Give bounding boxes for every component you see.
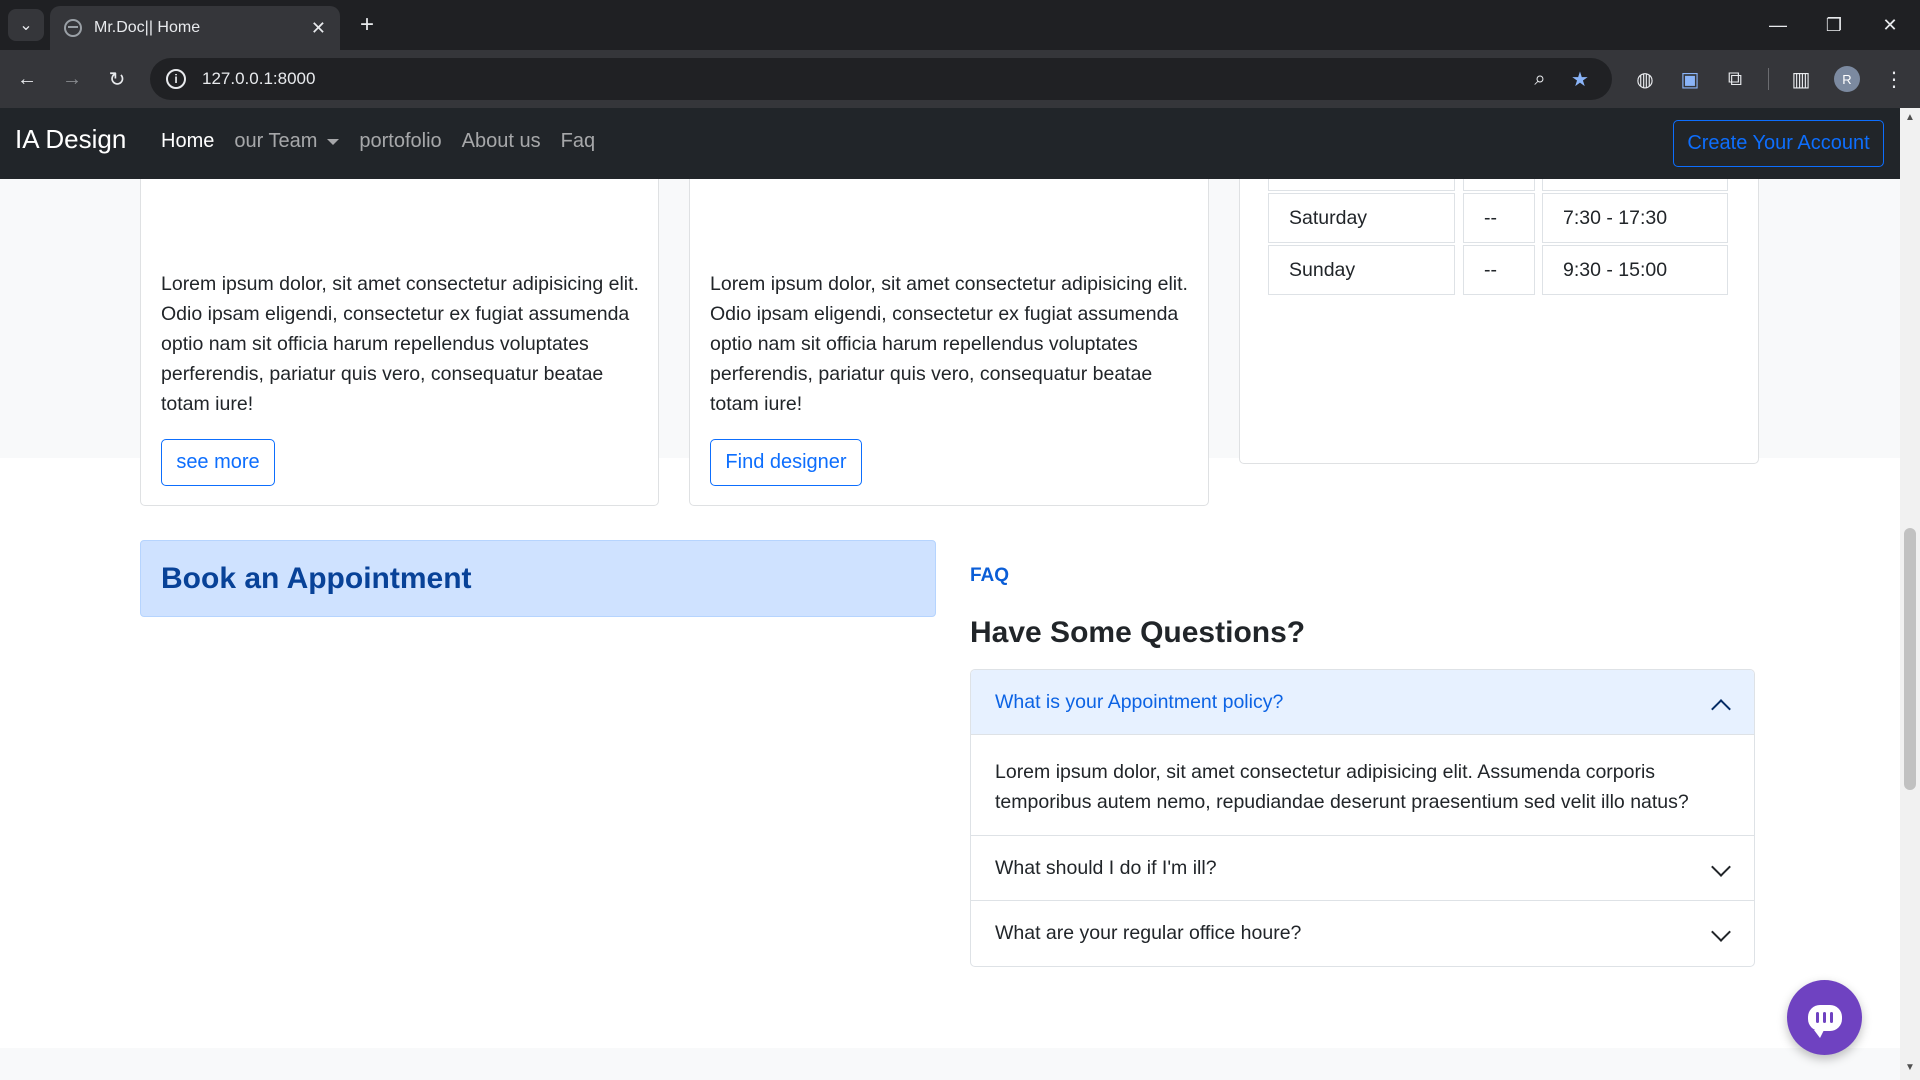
hours-time: 7:30 - 17:30 xyxy=(1542,193,1728,243)
book-appointment-heading: Book an Appointment xyxy=(140,540,936,617)
scroll-down-icon[interactable]: ▼ xyxy=(1905,1062,1915,1073)
zoom-icon[interactable]: ⌕ xyxy=(1522,58,1558,100)
bookmark-star-icon[interactable]: ★ xyxy=(1562,58,1598,100)
faq-title: Have Some Questions? xyxy=(970,616,1306,649)
create-account-button[interactable]: Create Your Account xyxy=(1673,120,1884,167)
minimize-button[interactable]: — xyxy=(1750,0,1806,50)
faq-question-1[interactable]: What is your Appointment policy? xyxy=(971,670,1754,735)
browser-tab-bar: ⌄ Mr.Doc|| Home ✕ + — ❐ ✕ xyxy=(0,0,1920,50)
restore-button[interactable]: ❐ xyxy=(1806,0,1862,50)
hours-separator: -- xyxy=(1463,245,1535,295)
page-scrollbar[interactable]: ▲ ▼ xyxy=(1900,108,1920,1080)
nav-home[interactable]: Home xyxy=(151,130,224,153)
toolbar-separator xyxy=(1768,68,1769,90)
globe-extension-icon[interactable]: ◍ xyxy=(1628,62,1662,96)
footer-strip xyxy=(0,1048,1900,1080)
extensions-icon[interactable]: ⧉ xyxy=(1718,62,1752,96)
nav-our-team-dropdown[interactable]: our Team xyxy=(224,130,349,153)
page-viewport: Lorem ipsum dolor, sit amet consectetur … xyxy=(0,108,1900,1080)
hours-day: Saturday xyxy=(1268,193,1455,243)
nav-portofolio[interactable]: portofolio xyxy=(349,130,451,153)
hours-time: 9:30 - 15:00 xyxy=(1542,245,1728,295)
tab-search-button[interactable]: ⌄ xyxy=(8,9,44,41)
faq-accordion: What is your Appointment policy? Lorem i… xyxy=(970,669,1755,967)
hours-row: Saturday -- 7:30 - 17:30 xyxy=(1268,193,1728,245)
globe-icon xyxy=(64,19,82,37)
hours-separator: -- xyxy=(1463,193,1535,243)
site-navbar: IA Design Home our Team portofolio About… xyxy=(0,108,1900,179)
reload-button[interactable]: ↻ xyxy=(100,62,134,96)
info-icon[interactable]: i xyxy=(166,69,186,89)
caret-down-icon xyxy=(327,138,340,145)
chevron-down-icon xyxy=(1711,922,1731,942)
faq-question-text: What should I do if I'm ill? xyxy=(995,856,1217,879)
nav-our-team-label: our Team xyxy=(234,130,318,152)
hours-row: Sunday -- 9:30 - 15:00 xyxy=(1268,245,1728,297)
hours-day: Sunday xyxy=(1268,245,1455,295)
faq-question-3[interactable]: What are your regular office houre? xyxy=(971,901,1754,966)
brand-logo[interactable]: IA Design xyxy=(15,124,126,155)
faq-question-text: What are your regular office houre? xyxy=(995,922,1302,944)
scroll-up-icon[interactable]: ▲ xyxy=(1905,112,1915,123)
see-more-button[interactable]: see more xyxy=(161,439,275,486)
nav-about-us[interactable]: About us xyxy=(452,130,551,153)
chevron-down-icon xyxy=(1711,857,1731,877)
new-tab-button[interactable]: + xyxy=(352,10,382,40)
faq-question-2[interactable]: What should I do if I'm ill? xyxy=(971,836,1754,901)
scrollbar-thumb[interactable] xyxy=(1904,528,1916,790)
tab-title: Mr.Doc|| Home xyxy=(94,19,201,36)
browser-tab[interactable]: Mr.Doc|| Home ✕ xyxy=(50,6,340,50)
back-button[interactable]: ← xyxy=(10,62,44,96)
window-close-button[interactable]: ✕ xyxy=(1862,0,1918,50)
card-text: Lorem ipsum dolor, sit amet consectetur … xyxy=(710,273,1188,415)
nav-faq[interactable]: Faq xyxy=(551,130,605,153)
translate-icon[interactable]: ▣ xyxy=(1673,62,1707,96)
chevron-up-icon xyxy=(1711,699,1731,719)
nav-links: Home our Team portofolio About us Faq xyxy=(151,130,605,153)
chat-bubble-icon xyxy=(1807,1004,1842,1038)
chat-button[interactable] xyxy=(1787,980,1862,1055)
profile-avatar[interactable]: R xyxy=(1834,66,1860,92)
faq-answer-1: Lorem ipsum dolor, sit amet consectetur … xyxy=(971,735,1754,836)
faq-question-text: What is your Appointment policy? xyxy=(995,690,1284,713)
close-icon[interactable]: ✕ xyxy=(311,18,326,39)
forward-button[interactable]: → xyxy=(55,62,89,96)
browser-toolbar: ← → ↻ i 127.0.0.1:8000 ⌕ ★ ◍ ▣ ⧉ ▥ ⋮ xyxy=(0,50,1920,108)
chevron-down-icon: ⌄ xyxy=(19,17,33,34)
find-designer-button[interactable]: Find designer xyxy=(710,439,862,486)
card-text: Lorem ipsum dolor, sit amet consectetur … xyxy=(161,273,639,415)
menu-dots-icon[interactable]: ⋮ xyxy=(1877,62,1911,96)
faq-label: FAQ xyxy=(970,565,1010,586)
address-bar[interactable]: i 127.0.0.1:8000 ⌕ ★ xyxy=(150,58,1612,100)
url-text: 127.0.0.1:8000 xyxy=(202,69,316,88)
side-panel-icon[interactable]: ▥ xyxy=(1784,62,1818,96)
